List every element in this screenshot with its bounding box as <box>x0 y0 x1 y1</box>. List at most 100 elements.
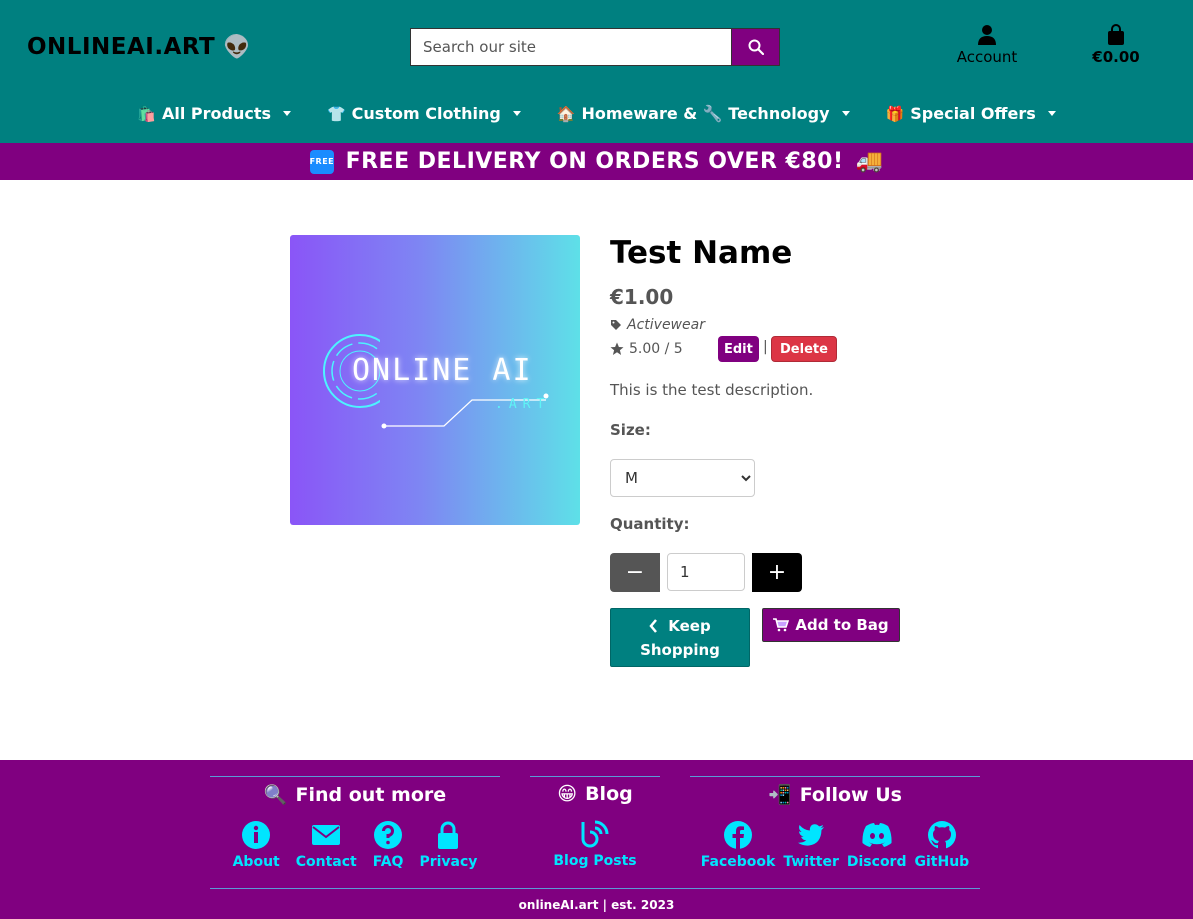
keep-shopping-button[interactable]: Keep Shopping <box>610 608 750 667</box>
footer-link-label: About <box>232 854 280 870</box>
nav-homeware-technology[interactable]: 🏠 Homeware & 🔧 Technology <box>557 104 850 123</box>
magnifier-icon: 🔍 <box>263 784 288 806</box>
footer-links: Blog Posts <box>530 819 660 869</box>
footer-link-blog-posts[interactable]: Blog Posts <box>545 819 644 869</box>
github-icon <box>927 821 956 849</box>
keep-label-line1: Keep <box>668 617 711 635</box>
alien-icon: 👽 <box>223 34 252 60</box>
footer-link-github[interactable]: GitHub <box>911 820 974 870</box>
user-icon <box>978 25 996 45</box>
twitter-icon <box>798 824 825 846</box>
footer-divider <box>210 888 980 889</box>
delete-button[interactable]: Delete <box>771 336 837 362</box>
quantity-input[interactable] <box>667 553 745 591</box>
product-image: ONLINE AI .ART <box>290 235 580 525</box>
product-price: €1.00 <box>610 285 674 309</box>
site-header: ONLINEAI.ART 👽 Account €0.00 🛍️ All Prod… <box>0 0 1193 143</box>
image-logo-text: ONLINE AI <box>352 353 533 388</box>
product-description: This is the test description. <box>610 381 814 399</box>
keep-label-line2: Shopping <box>640 641 720 659</box>
shopping-cart-icon <box>773 618 790 632</box>
phone-icon: 📲 <box>768 784 792 806</box>
bag-total: €0.00 <box>1092 48 1140 66</box>
image-logo-subtext: .ART <box>495 397 551 412</box>
quantity-label: Quantity: <box>610 515 690 533</box>
caret-down-icon <box>1047 111 1056 116</box>
add-to-bag-button[interactable]: Add to Bag <box>762 608 900 642</box>
footer-link-label: GitHub <box>914 854 970 870</box>
footer-heading: 📲 Follow Us <box>690 783 980 807</box>
nav-special-offers[interactable]: 🎁 Special Offers <box>886 104 1056 123</box>
nav-label: Special Offers <box>910 104 1036 123</box>
chevron-left-icon <box>649 619 658 633</box>
size-select[interactable]: M <box>610 459 755 497</box>
decrement-button[interactable]: − <box>610 553 660 592</box>
account-label: Account <box>956 48 1018 66</box>
action-separator: | <box>763 339 768 355</box>
tag-icon <box>611 320 621 330</box>
rating-value: 5.00 / 5 <box>629 341 683 357</box>
blog-icon <box>581 820 609 848</box>
promo-banner: FREE FREE DELIVERY ON ORDERS OVER €80! 🚚 <box>0 143 1193 180</box>
gift-icon: 🎁 <box>885 104 905 123</box>
nav-label: Custom Clothing <box>351 104 501 123</box>
shopping-bag-icon <box>1108 24 1124 45</box>
star-icon <box>610 342 624 355</box>
product-category[interactable]: Activewear <box>610 317 705 333</box>
footer-links: Facebook Twitter Discord GitHub <box>690 820 980 870</box>
footer-link-twitter[interactable]: Twitter <box>779 820 843 870</box>
caret-down-icon <box>282 111 291 116</box>
site-footer: 🔍 Find out more About Contact FAQ Privac… <box>0 760 1193 919</box>
footer-link-discord[interactable]: Discord <box>843 820 911 870</box>
footer-link-label: Blog Posts <box>553 853 637 869</box>
nav-all-products[interactable]: 🛍️ All Products <box>137 104 291 123</box>
question-icon <box>374 821 403 849</box>
search-input[interactable] <box>410 28 731 66</box>
envelope-icon <box>312 825 341 845</box>
footer-heading-label: Blog <box>585 783 633 805</box>
main-nav: 🛍️ All Products 👕 Custom Clothing 🏠 Home… <box>0 104 1193 123</box>
footer-link-label: Facebook <box>700 854 776 870</box>
account-link[interactable]: Account <box>947 24 1027 66</box>
product-name: Test Name <box>610 235 793 271</box>
footer-find-out-more: 🔍 Find out more About Contact FAQ Privac… <box>210 776 500 870</box>
nav-custom-clothing[interactable]: 👕 Custom Clothing <box>327 104 521 123</box>
footer-link-label: Privacy <box>419 854 478 870</box>
discord-icon <box>862 823 892 847</box>
footer-heading: 🔍 Find out more <box>210 783 500 807</box>
search-button[interactable] <box>731 28 780 66</box>
caret-down-icon <box>841 111 850 116</box>
info-icon <box>242 821 271 849</box>
footer-link-label: Contact <box>295 854 357 870</box>
footer-link-facebook[interactable]: Facebook <box>697 820 780 870</box>
footer-link-label: Discord <box>846 854 907 870</box>
footer-link-about[interactable]: About <box>225 820 288 870</box>
increment-button[interactable]: + <box>752 553 802 592</box>
brand-name[interactable]: ONLINEAI.ART <box>27 34 215 60</box>
t-shirt-icon: 👕 <box>326 104 346 123</box>
footer-link-contact[interactable]: Contact <box>288 820 365 870</box>
grin-icon: 😁 <box>557 783 578 805</box>
footer-heading: 😁 Blog <box>530 783 660 805</box>
lock-icon <box>438 821 459 849</box>
caret-down-icon <box>512 111 521 116</box>
footer-links: About Contact FAQ Privacy <box>210 820 500 870</box>
footer-link-faq[interactable]: FAQ <box>365 820 412 870</box>
footer-follow-us: 📲 Follow Us Facebook Twitter Discord Git… <box>690 776 980 870</box>
footer-heading-label: Follow Us <box>799 783 902 806</box>
edit-button[interactable]: Edit <box>718 336 759 362</box>
search-bar <box>410 28 780 66</box>
house-icon: 🏠 <box>556 104 576 123</box>
delivery-truck-icon: 🚚 <box>855 149 884 174</box>
size-label: Size: <box>610 421 651 439</box>
product-rating: 5.00 / 5 <box>610 341 683 357</box>
shopping-bag-link[interactable]: €0.00 <box>1082 24 1150 66</box>
footer-copyright: onlineAI.art | est. 2023 <box>518 898 675 912</box>
footer-link-privacy[interactable]: Privacy <box>411 820 485 870</box>
facebook-icon <box>724 821 753 849</box>
nav-label: All Products <box>161 104 271 123</box>
footer-blog: 😁 Blog Blog Posts <box>530 776 660 869</box>
add-to-bag-label: Add to Bag <box>795 616 889 634</box>
category-label: Activewear <box>627 317 705 333</box>
brand-logo[interactable]: ONLINEAI.ART 👽 <box>27 34 251 60</box>
